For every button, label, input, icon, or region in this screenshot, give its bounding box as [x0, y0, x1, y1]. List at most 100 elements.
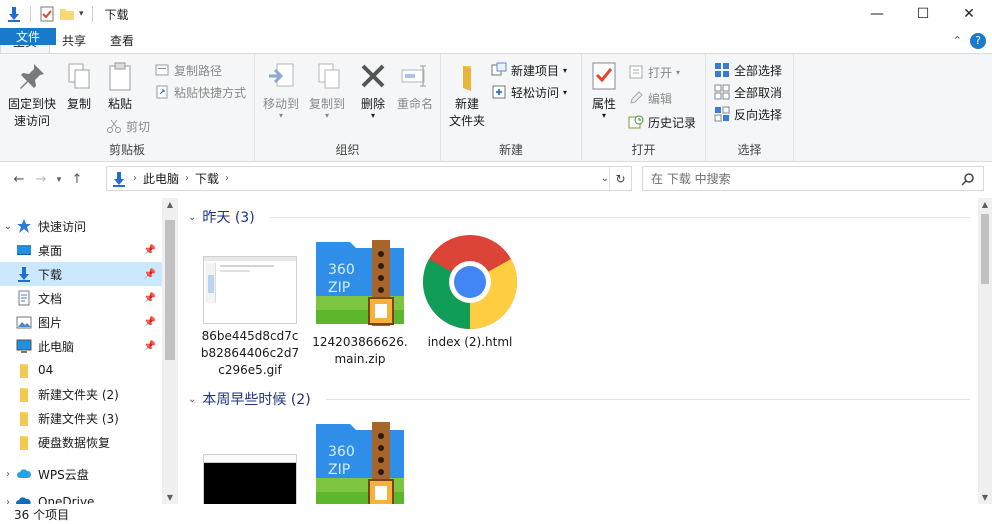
- scroll-up-icon[interactable]: ▲: [162, 200, 178, 209]
- nav-onedrive[interactable]: › OneDrive: [0, 490, 162, 504]
- invert-selection-button[interactable]: 反向选择: [714, 104, 782, 124]
- nav-item-downloads[interactable]: 下载 📌: [0, 262, 162, 286]
- search-placeholder: 在 下载 中搜索: [651, 172, 731, 186]
- properties-button[interactable]: 属性 ▾: [586, 60, 622, 120]
- nav-scroll-thumb[interactable]: [165, 220, 175, 360]
- file-item[interactable]: index (2).html: [418, 234, 522, 351]
- quick-access-toolbar: ▾: [0, 0, 97, 28]
- edit-button[interactable]: 编辑: [628, 88, 672, 108]
- cut-button[interactable]: 剪切: [106, 116, 150, 136]
- item-count: 36 个项目: [14, 507, 70, 522]
- content-scrollbar[interactable]: ▲ ▼: [978, 198, 992, 504]
- move-to-button[interactable]: 移动到 ▾: [259, 60, 303, 120]
- group-header-earlier-this-week[interactable]: ⌄ 本周早些时候 (2): [188, 388, 311, 410]
- collapse-arrow-icon[interactable]: ⌄: [188, 212, 196, 223]
- breadcrumb-chevron-icon[interactable]: ›: [185, 173, 189, 184]
- ribbon-tabs: 文件 主页 共享 查看 ⌃ ?: [0, 28, 992, 53]
- gif-thumbnail: [203, 256, 297, 324]
- select-all-button[interactable]: 全部选择: [714, 60, 782, 80]
- paste-button[interactable]: 粘贴: [100, 60, 140, 113]
- easy-access-button[interactable]: 轻松访问 ▾: [491, 82, 567, 102]
- expand-arrow-icon[interactable]: ⌄: [0, 221, 16, 232]
- scroll-up-icon[interactable]: ▲: [978, 200, 992, 209]
- new-folder-button[interactable]: 新建 文件夹: [445, 60, 489, 130]
- forward-icon[interactable]: →: [30, 172, 52, 187]
- svg-text:ZIP: ZIP: [328, 280, 350, 296]
- search-icon[interactable]: [961, 172, 975, 186]
- copy-to-button[interactable]: 复制到 ▾: [305, 60, 349, 120]
- copy-icon: [68, 63, 90, 89]
- breadcrumb-downloads[interactable]: 下载: [195, 170, 219, 187]
- tab-view[interactable]: 查看: [98, 28, 146, 53]
- scroll-down-icon[interactable]: ▼: [162, 493, 178, 502]
- recent-locations-icon[interactable]: ▾: [52, 175, 66, 185]
- copy-path-button[interactable]: 复制路径: [154, 60, 222, 80]
- downloads-location-icon: [113, 171, 125, 187]
- nav-item-documents[interactable]: 文档 📌: [0, 286, 162, 310]
- address-dropdown-icon[interactable]: ⌄: [601, 173, 609, 184]
- search-box[interactable]: 在 下载 中搜索: [642, 166, 984, 191]
- collapse-arrow-icon[interactable]: ⌄: [188, 394, 196, 405]
- pin-icon: 📌: [143, 292, 156, 304]
- nav-scrollbar[interactable]: ▲ ▼: [162, 198, 178, 504]
- breadcrumb-this-pc[interactable]: 此电脑: [143, 170, 179, 187]
- edit-icon: [630, 91, 643, 104]
- black-thumbnail: [203, 454, 297, 504]
- open-icon: [629, 65, 643, 79]
- address-bar[interactable]: › 此电脑 › 下载 › ⌄ ↻: [106, 166, 632, 191]
- pin-icon: 📌: [143, 340, 156, 352]
- new-item-button[interactable]: 新建项目 ▾: [491, 60, 567, 80]
- download-arrow-icon[interactable]: [6, 6, 22, 22]
- paste-shortcut-button[interactable]: 粘贴快捷方式: [154, 82, 246, 102]
- minimize-button[interactable]: —: [854, 0, 900, 28]
- group-header-yesterday[interactable]: ⌄ 昨天 (3): [188, 206, 255, 228]
- open-button[interactable]: 打开 ▾: [628, 62, 680, 82]
- properties-check-icon[interactable]: [39, 6, 55, 22]
- download-icon: [18, 267, 30, 282]
- ribbon-collapse-icon[interactable]: ⌃: [953, 34, 962, 47]
- close-button[interactable]: ✕: [946, 0, 992, 28]
- nav-item-04[interactable]: 04: [0, 358, 162, 382]
- desktop-icon: [17, 245, 31, 255]
- nav-item-pictures[interactable]: 图片 📌: [0, 310, 162, 334]
- expand-arrow-icon[interactable]: ›: [0, 497, 16, 505]
- new-group-label: 新建: [498, 143, 523, 157]
- pin-icon: 📌: [143, 316, 156, 328]
- nav-item-new-folder-3[interactable]: 新建文件夹 (3): [0, 406, 162, 430]
- file-item[interactable]: 360 ZIP 124203866626.main.zip: [308, 234, 412, 368]
- select-group-label: 选择: [737, 143, 762, 157]
- delete-button[interactable]: 删除 ▾: [353, 60, 393, 120]
- pin-quick-access-button[interactable]: 固定到快 速访问: [4, 60, 60, 130]
- copy-button[interactable]: 复制: [62, 60, 96, 113]
- customize-dropdown-icon[interactable]: ▾: [79, 9, 84, 19]
- ribbon: 固定到快 速访问 复制 粘贴 复制路径 粘贴快捷方式 剪切 剪贴板 移动到 ▾: [0, 53, 992, 162]
- history-icon: [628, 115, 644, 129]
- file-item[interactable]: 360 ZIP: [308, 416, 412, 504]
- file-item[interactable]: 86be445d8cd7cb82864406c2d7c296e5.gif: [198, 256, 302, 379]
- refresh-icon[interactable]: ↻: [609, 167, 631, 190]
- new-folder-icon[interactable]: [59, 6, 75, 22]
- group-divider: [326, 399, 970, 400]
- organize-group-label: 组织: [335, 143, 360, 157]
- nav-item-new-folder-2[interactable]: 新建文件夹 (2): [0, 382, 162, 406]
- expand-arrow-icon[interactable]: ›: [0, 469, 16, 480]
- history-button[interactable]: 历史记录: [628, 112, 696, 132]
- maximize-button[interactable]: ☐: [900, 0, 946, 28]
- up-icon[interactable]: ↑: [66, 172, 88, 187]
- tab-share[interactable]: 共享: [50, 28, 98, 53]
- nav-item-disk-recovery[interactable]: 硬盘数据恢复: [0, 430, 162, 454]
- help-icon[interactable]: ?: [970, 32, 986, 49]
- select-none-button[interactable]: 全部取消: [714, 82, 782, 102]
- nav-item-this-pc[interactable]: 此电脑 📌: [0, 334, 162, 358]
- back-icon[interactable]: ←: [8, 172, 30, 187]
- nav-wps-cloud[interactable]: › WPS云盘: [0, 462, 162, 486]
- nav-item-desktop[interactable]: 桌面 📌: [0, 238, 162, 262]
- scroll-down-icon[interactable]: ▼: [978, 493, 992, 502]
- file-item[interactable]: [198, 454, 302, 504]
- rename-button[interactable]: 重命名: [393, 60, 437, 113]
- breadcrumb-chevron-icon[interactable]: ›: [225, 173, 229, 184]
- breadcrumb-chevron-icon[interactable]: ›: [133, 173, 137, 184]
- tab-file[interactable]: 文件: [0, 28, 56, 45]
- content-scroll-thumb[interactable]: [981, 214, 989, 284]
- nav-quick-access[interactable]: ⌄ 快速访问: [0, 214, 162, 238]
